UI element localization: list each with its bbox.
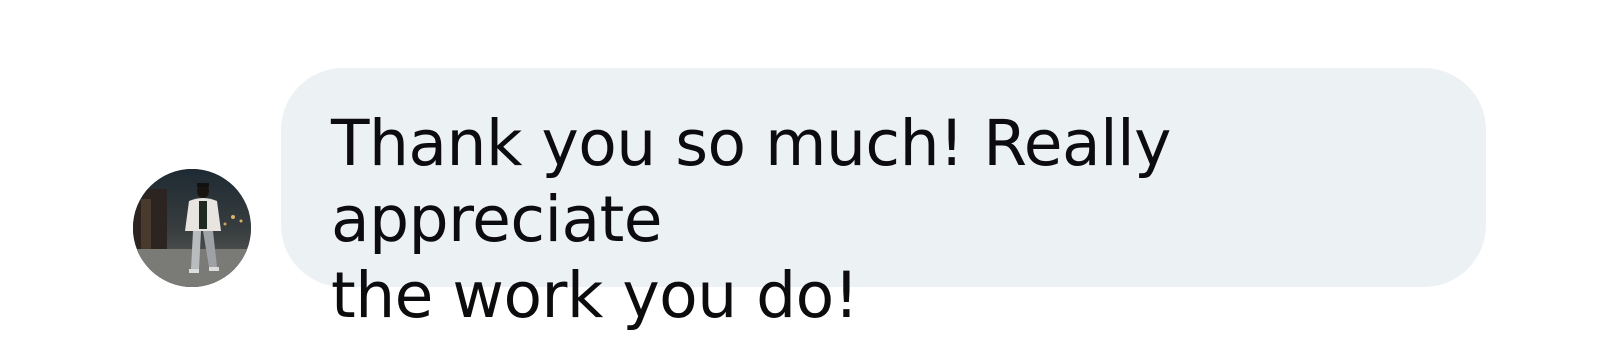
- message-bubble[interactable]: Thank you so much! Really appreciate the…: [281, 68, 1486, 332]
- message-row: Thank you so much! Really appreciate the…: [0, 0, 1620, 355]
- avatar[interactable]: [133, 169, 251, 287]
- avatar-photo-icon: [133, 169, 251, 287]
- message-text: Thank you so much! Really appreciate the…: [331, 107, 1171, 332]
